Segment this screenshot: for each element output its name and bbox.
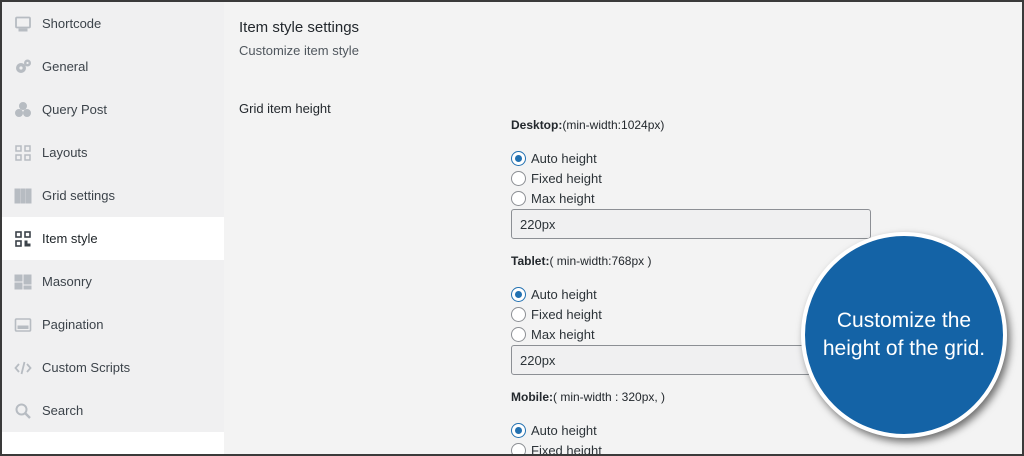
- radio-button[interactable]: [511, 326, 526, 342]
- sidebar-item-pagination[interactable]: Pagination: [2, 303, 224, 346]
- sidebar-item-label: Grid settings: [42, 188, 115, 203]
- sidebar-item-custom-scripts[interactable]: Custom Scripts: [2, 346, 224, 389]
- page-title: Item style settings: [239, 19, 360, 36]
- page-subtitle: Customize item style: [239, 43, 359, 58]
- sidebar-item-shortcode[interactable]: Shortcode: [2, 2, 224, 45]
- sidebar-item-label: Layouts: [42, 145, 88, 160]
- search-icon: [14, 402, 32, 420]
- callout-text: Customize the height of the grid.: [822, 309, 986, 360]
- radio-label: Max height: [531, 326, 595, 342]
- desktop-max-height-option[interactable]: Max height: [511, 188, 871, 208]
- sidebar-item-general[interactable]: General: [2, 45, 224, 88]
- sidebar-item-grid-settings[interactable]: Grid settings: [2, 174, 224, 217]
- desktop-fixed-height-option[interactable]: Fixed height: [511, 168, 871, 188]
- sidebar-item-label: Search: [42, 403, 84, 418]
- radio-label: Max height: [531, 190, 595, 206]
- sidebar-item-query-post[interactable]: Query Post: [2, 88, 224, 131]
- masonry-icon: [14, 273, 32, 291]
- desktop-auto-height-option[interactable]: Auto height: [511, 148, 871, 168]
- sidebar-item-label: Custom Scripts: [42, 360, 131, 375]
- sidebar-item-item-style[interactable]: Item style: [2, 217, 224, 260]
- mobile-heading: Mobile:( min-width : 320px, ): [511, 390, 666, 404]
- radio-button[interactable]: [511, 306, 526, 322]
- radio-button[interactable]: [511, 170, 526, 186]
- desktop-height-group: Desktop:(min-width:1024px) Auto height F…: [511, 118, 871, 239]
- sidebar-item-label: Query Post: [42, 102, 108, 117]
- sidebar-item-search[interactable]: Search: [2, 389, 224, 432]
- desktop-heading: Desktop:(min-width:1024px): [511, 118, 665, 132]
- sidebar-item-label: General: [42, 59, 89, 74]
- radio-button[interactable]: [511, 422, 526, 438]
- monitor-icon: [14, 15, 32, 33]
- radio-label: Fixed height: [531, 170, 602, 186]
- sidebar-item-label: Item style: [42, 231, 98, 246]
- radio-button[interactable]: [511, 150, 526, 166]
- radio-label: Auto height: [531, 286, 597, 302]
- radio-button[interactable]: [511, 442, 526, 456]
- callout-annotation: Customize the height of the grid.: [801, 232, 1007, 438]
- radio-label: Auto height: [531, 150, 597, 166]
- radio-label: Fixed height: [531, 306, 602, 322]
- gears-icon: [14, 58, 32, 76]
- pagination-icon: [14, 316, 32, 334]
- database-icon: [14, 101, 32, 119]
- settings-sidebar: Shortcode General Query Post Layouts Gri…: [2, 2, 224, 432]
- sidebar-item-label: Masonry: [42, 274, 92, 289]
- code-icon: [14, 359, 32, 377]
- grid-item-height-label: Grid item height: [239, 101, 331, 116]
- radio-label: Auto height: [531, 422, 597, 438]
- radio-label: Fixed height: [531, 442, 602, 456]
- mobile-height-group: Mobile:( min-width : 320px, ) Auto heigh…: [511, 390, 665, 456]
- grid-icon: [14, 187, 32, 205]
- mobile-auto-height-option[interactable]: Auto height: [511, 420, 665, 440]
- sidebar-item-label: Shortcode: [42, 16, 102, 31]
- radio-button[interactable]: [511, 190, 526, 206]
- sidebar-item-label: Pagination: [42, 317, 104, 332]
- qrcode-icon: [14, 230, 32, 248]
- desktop-height-input[interactable]: 220px: [511, 209, 871, 239]
- sidebar-item-masonry[interactable]: Masonry: [2, 260, 224, 303]
- grid-small-icon: [14, 144, 32, 162]
- radio-button[interactable]: [511, 286, 526, 302]
- sidebar-item-layouts[interactable]: Layouts: [2, 131, 224, 174]
- mobile-fixed-height-option[interactable]: Fixed height: [511, 440, 665, 456]
